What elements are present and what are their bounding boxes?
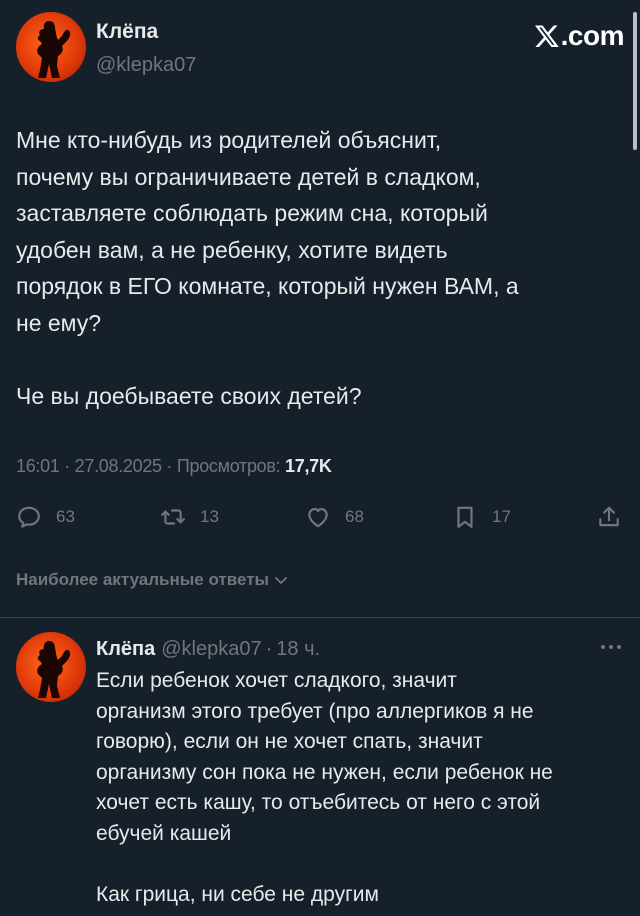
- share-button[interactable]: [596, 504, 636, 530]
- avatar-silhouette-icon: [37, 641, 71, 698]
- share-icon: [599, 506, 619, 527]
- tweet-time[interactable]: 16:01: [16, 456, 60, 476]
- like-button[interactable]: 68: [305, 504, 364, 530]
- divider: [0, 617, 640, 618]
- reply-time[interactable]: 18 ч.: [276, 638, 320, 661]
- retweet-icon: [161, 509, 185, 525]
- reply-header: Клёпа @klepka07 · 18 ч.: [96, 638, 320, 661]
- bookmark-button[interactable]: 17: [452, 504, 511, 530]
- retweet-button[interactable]: 13: [160, 504, 219, 530]
- reply-author-name[interactable]: Клёпа: [96, 638, 155, 661]
- reply-author-handle[interactable]: @klepka07: [161, 638, 261, 661]
- bookmark-count: 17: [492, 507, 511, 526]
- views-label: Просмотров:: [176, 456, 281, 476]
- retweet-count: 13: [200, 507, 219, 526]
- tweet-meta: 16:01 · 27.08.2025 · Просмотров: 17,7K: [16, 456, 332, 477]
- reply-button[interactable]: 63: [16, 504, 75, 530]
- views-count: 17,7K: [285, 456, 332, 476]
- meta-separator: ·: [166, 456, 173, 476]
- replies-sort-selector[interactable]: Наиболее актуальные ответы: [16, 570, 289, 590]
- tweet-date[interactable]: 27.08.2025: [75, 456, 162, 476]
- avatar[interactable]: [16, 12, 86, 82]
- action-bar: 63 13 68 17: [16, 504, 624, 534]
- sort-label: Наиболее актуальные ответы: [16, 570, 270, 589]
- author-name[interactable]: Клёпа: [96, 20, 158, 44]
- tweet-text: Мне кто-нибудь из родителей объяснит, по…: [16, 127, 519, 409]
- like-count: 68: [345, 507, 364, 526]
- reply-text: Если ребенок хочет сладкого, значит орга…: [96, 669, 553, 906]
- scrollbar[interactable]: [633, 12, 637, 150]
- author-handle[interactable]: @klepka07: [96, 54, 196, 77]
- x-logo-icon: [534, 25, 559, 48]
- reply-separator: ·: [265, 638, 273, 660]
- more-icon[interactable]: [598, 640, 624, 654]
- bookmark-icon: [457, 506, 473, 528]
- reply-icon: [18, 506, 40, 528]
- avatar-silhouette-icon: [37, 21, 71, 78]
- like-icon: [308, 508, 328, 528]
- chevron-down-icon: [275, 577, 287, 584]
- tweet-page: Клёпа @klepka07 .com Мне кто-нибудь из р…: [0, 0, 640, 916]
- meta-separator: ·: [64, 456, 70, 476]
- reply-count: 63: [56, 507, 75, 526]
- x-logo-text: .com: [560, 20, 625, 51]
- reply-avatar[interactable]: [16, 632, 86, 702]
- tweet-header: Клёпа @klepka07 .com: [16, 12, 625, 84]
- x-logo: .com: [534, 20, 625, 52]
